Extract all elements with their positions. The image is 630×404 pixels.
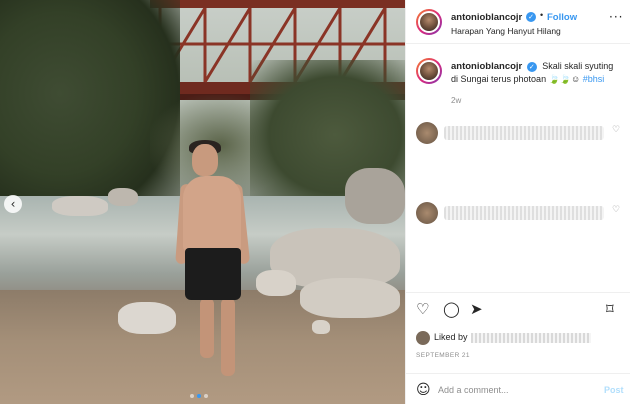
author-username[interactable]: antonioblancojr (451, 12, 522, 23)
emoji-icon[interactable]: ☺ (416, 382, 431, 398)
person-leg (200, 298, 214, 358)
blurred-comment-text (444, 206, 604, 220)
author-avatar[interactable] (416, 9, 442, 35)
comment-like-icon[interactable]: ♡ (612, 125, 620, 135)
save-bookmark-icon[interactable]: ⌑ (606, 302, 614, 317)
verified-badge-icon: ✓ (526, 12, 536, 22)
carousel-dot (204, 394, 208, 398)
more-options-icon[interactable]: ··· (609, 10, 623, 24)
comment-bubble-icon[interactable]: ◯ (443, 302, 460, 317)
rock (256, 270, 296, 296)
caption-username[interactable]: antonioblancojr (451, 61, 522, 72)
liked-by-label: Liked by (434, 332, 468, 342)
comment-item: ♡ (416, 122, 621, 148)
add-comment-bar: ☺ Post (406, 373, 630, 404)
rock (108, 188, 138, 206)
caption-timestamp: 2w (451, 96, 462, 105)
commenter-avatar[interactable] (416, 202, 438, 224)
post-header: antonioblancojr ✓ • Follow Harapan Yang … (406, 0, 630, 44)
caption-hashtag[interactable]: #bhsi (583, 74, 605, 84)
post-location[interactable]: Harapan Yang Hanyut Hilang (451, 26, 561, 36)
carousel-dot-active (197, 394, 201, 398)
rock (300, 278, 400, 318)
verified-badge-icon: ✓ (526, 61, 537, 72)
blurred-liker-names (471, 333, 591, 343)
post-photo[interactable]: ‹ (0, 0, 405, 404)
post-side-panel: antonioblancojr ✓ • Follow Harapan Yang … (405, 0, 630, 404)
rock (118, 302, 176, 334)
carousel-dot (190, 394, 194, 398)
person-torso (183, 176, 241, 254)
separator-dot: • (540, 10, 544, 20)
post-comment-button[interactable]: Post (604, 385, 624, 395)
liked-by-row: Liked by (416, 330, 621, 346)
comment-input[interactable] (438, 381, 588, 398)
share-paper-plane-icon[interactable]: ➤ (470, 302, 483, 317)
like-heart-icon[interactable]: ♡ (416, 302, 429, 317)
action-bar: ♡ ◯ ➤ ⌑ (406, 292, 630, 324)
caption-text-block: antonioblancojr ✓ Skali skali syuting di… (451, 60, 621, 86)
liker-avatar[interactable] (416, 331, 430, 345)
rock (312, 320, 330, 334)
previous-slide-button[interactable]: ‹ (4, 195, 22, 213)
follow-button[interactable]: Follow (547, 12, 577, 23)
rock (345, 168, 405, 224)
carousel-dots (190, 394, 208, 398)
person-shorts (185, 248, 241, 300)
commenter-avatar[interactable] (416, 122, 438, 144)
comment-like-icon[interactable]: ♡ (612, 205, 620, 215)
post-date: SEPTEMBER 21 (416, 352, 470, 359)
rock (52, 196, 108, 216)
person-leg (221, 298, 235, 376)
comment-item: ♡ (416, 202, 621, 228)
caption-author-avatar[interactable] (416, 58, 442, 84)
blurred-comment-text (444, 126, 604, 140)
person-head (192, 144, 218, 176)
